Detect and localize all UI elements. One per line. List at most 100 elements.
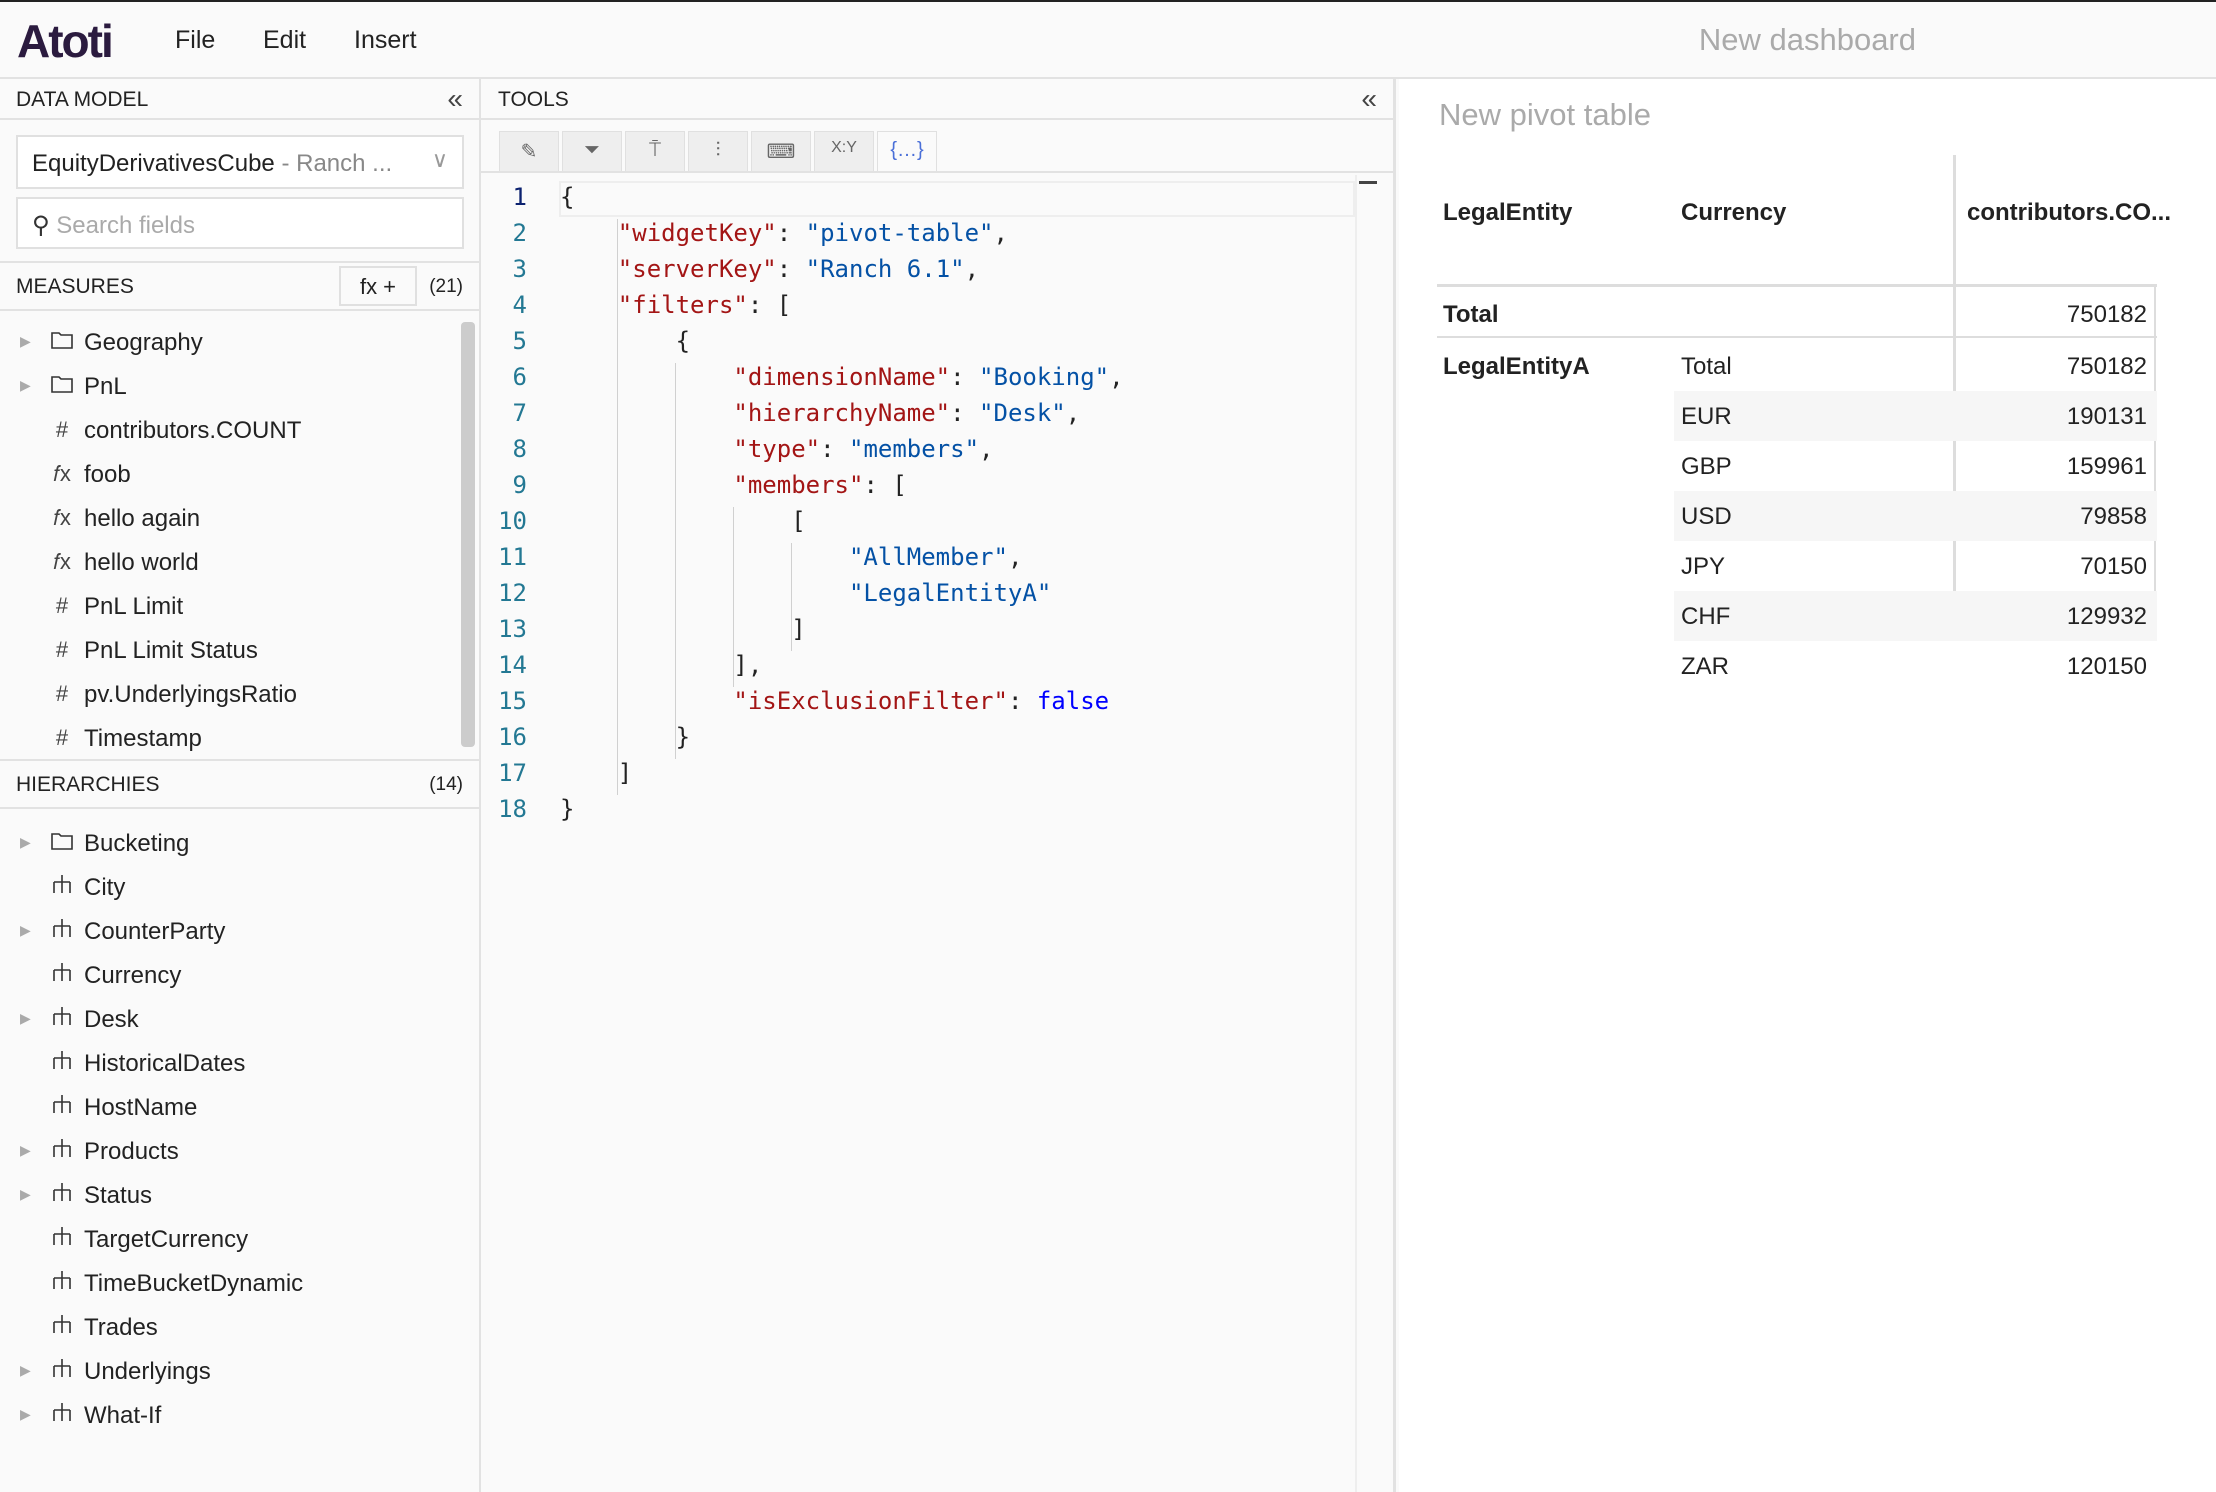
search-placeholder: Search fields <box>56 212 195 239</box>
list-item[interactable]: ▶ Geography <box>0 321 462 365</box>
list-item[interactable]: ▶ Products <box>0 1130 462 1174</box>
value-cell: 79858 <box>2080 503 2147 530</box>
code-text: } <box>560 795 575 823</box>
data-model-header: DATA MODEL « <box>0 79 479 120</box>
list-item[interactable]: ▶ Bucketing <box>0 822 462 866</box>
sliders-icon[interactable]: ⫶ <box>688 131 748 171</box>
hierarchy-icon <box>50 918 74 944</box>
value-cell: 190131 <box>2066 403 2147 430</box>
line-number: 1 <box>512 183 527 211</box>
list-item-label: HistoricalDates <box>84 1050 246 1077</box>
list-item[interactable]: ▶ What-If <box>0 1394 462 1438</box>
list-item[interactable]: # PnL Limit <box>0 585 462 629</box>
line-number: 7 <box>512 399 527 427</box>
table-row[interactable]: JPY 70150 <box>1437 541 2157 591</box>
code-line: 7 "hierarchyName": "Desk", <box>481 399 1351 435</box>
expand-arrow-icon[interactable]: ▶ <box>20 377 31 394</box>
expand-arrow-icon[interactable]: ▶ <box>20 1010 31 1027</box>
table-row[interactable]: CHF 129932 <box>1437 591 2157 641</box>
table-row[interactable]: USD 79858 <box>1437 491 2157 541</box>
list-item[interactable]: City <box>0 866 462 910</box>
list-item-label: contributors.COUNT <box>84 417 302 444</box>
list-item[interactable]: ▶ Status <box>0 1174 462 1218</box>
list-item[interactable]: 𝑓x hello world <box>0 541 462 585</box>
header-currency[interactable]: Currency <box>1681 199 1786 227</box>
list-item[interactable]: 𝑓x foob <box>0 453 462 497</box>
add-calculated-measure-button[interactable]: fx + <box>339 266 417 306</box>
list-item-label: PnL Limit <box>84 593 184 620</box>
list-item[interactable]: Currency <box>0 954 462 998</box>
code-text: "isExclusionFilter": false <box>733 687 1110 715</box>
pivot-title[interactable]: New pivot table <box>1439 97 1651 133</box>
code-line: 4 "filters": [ <box>481 291 1351 327</box>
table-row[interactable]: Total 750182 <box>1437 289 2157 339</box>
scrollbar[interactable] <box>461 322 475 747</box>
tools-tabs: ✎ ⏷ ⍑ ⫶ ⌨ X:Y {…} <box>499 131 937 171</box>
list-item[interactable]: TargetCurrency <box>0 1218 462 1262</box>
filter-icon[interactable]: ⏷ <box>562 131 622 171</box>
header-measure[interactable]: contributors.CO... <box>1967 199 2171 227</box>
search-fields-input[interactable]: ⚲ Search fields <box>16 197 464 249</box>
minimap-border <box>1355 175 1357 1492</box>
code-line: 2 "widgetKey": "pivot-table", <box>481 219 1351 255</box>
code-text: "filters": [ <box>617 291 792 319</box>
currency-cell: GBP <box>1681 453 1732 480</box>
code-text: "hierarchyName": "Desk", <box>733 399 1081 427</box>
line-number: 2 <box>512 219 527 247</box>
list-item[interactable]: # pv.UnderlyingsRatio <box>0 673 462 717</box>
line-number: 13 <box>498 615 527 643</box>
pencil-icon[interactable]: ✎ <box>499 131 559 171</box>
expand-arrow-icon[interactable]: ▶ <box>20 1186 31 1203</box>
expand-arrow-icon[interactable]: ▶ <box>20 834 31 851</box>
code-text: "widgetKey": "pivot-table", <box>617 219 1008 247</box>
list-item[interactable]: HostName <box>0 1086 462 1130</box>
list-item[interactable]: ▶ Desk <box>0 998 462 1042</box>
list-item[interactable]: # Timestamp <box>0 717 462 761</box>
value-cell: 120150 <box>2066 653 2147 680</box>
fx-icon: 𝑓x <box>53 461 71 486</box>
menu-edit[interactable]: Edit <box>263 26 306 55</box>
hierarchy-icon <box>50 1094 74 1120</box>
header-legalentity[interactable]: LegalEntity <box>1443 199 1572 227</box>
list-item[interactable]: TimeBucketDynamic <box>0 1262 462 1306</box>
list-item[interactable]: ▶ Underlyings <box>0 1350 462 1394</box>
list-item[interactable]: # PnL Limit Status <box>0 629 462 673</box>
expand-arrow-icon[interactable]: ▶ <box>20 922 31 939</box>
list-item[interactable]: HistoricalDates <box>0 1042 462 1086</box>
hash-icon: # <box>55 681 69 706</box>
expand-arrow-icon[interactable]: ▶ <box>20 333 31 350</box>
hierarchy-icon <box>50 874 74 900</box>
table-row[interactable]: ZAR 120150 <box>1437 641 2157 691</box>
cube-selector[interactable]: EquityDerivativesCube - Ranch ... ∨ <box>16 135 464 189</box>
line-number: 4 <box>512 291 527 319</box>
table-row[interactable]: LegalEntityA Total 750182 <box>1437 341 2157 391</box>
json-editor[interactable]: 1{2 "widgetKey": "pivot-table", 3 "server… <box>481 175 1393 1492</box>
table-row[interactable]: GBP 159961 <box>1437 441 2157 491</box>
measures-header: MEASURES fx + (21) <box>0 261 479 311</box>
list-item[interactable]: ▶ CounterParty <box>0 910 462 954</box>
terminal-icon[interactable]: ⌨ <box>751 131 811 171</box>
xy-icon[interactable]: X:Y <box>814 131 874 171</box>
table-row[interactable]: EUR 190131 <box>1437 391 2157 441</box>
menu-file[interactable]: File <box>175 26 215 55</box>
list-item[interactable]: Trades <box>0 1306 462 1350</box>
menu-insert[interactable]: Insert <box>354 26 417 55</box>
hierarchy-icon <box>50 1270 74 1296</box>
list-item-label: What-If <box>84 1402 162 1429</box>
line-number: 5 <box>512 327 527 355</box>
dashboard-title[interactable]: New dashboard <box>1699 22 1916 58</box>
list-item[interactable]: # contributors.COUNT <box>0 409 462 453</box>
paint-roller-icon[interactable]: ⍑ <box>625 131 685 171</box>
collapse-icon[interactable]: « <box>447 83 463 115</box>
code-text: { <box>560 183 575 211</box>
list-item[interactable]: 𝑓x hello again <box>0 497 462 541</box>
expand-arrow-icon[interactable]: ▶ <box>20 1406 31 1423</box>
collapse-icon[interactable]: « <box>1361 83 1377 115</box>
list-item-label: PnL <box>84 373 127 400</box>
expand-arrow-icon[interactable]: ▶ <box>20 1362 31 1379</box>
expand-arrow-icon[interactable]: ▶ <box>20 1142 31 1159</box>
legal-entity-cell: LegalEntityA <box>1443 353 1590 380</box>
json-icon[interactable]: {…} <box>877 131 937 171</box>
list-item[interactable]: ▶ PnL <box>0 365 462 409</box>
folder-icon <box>50 830 74 856</box>
